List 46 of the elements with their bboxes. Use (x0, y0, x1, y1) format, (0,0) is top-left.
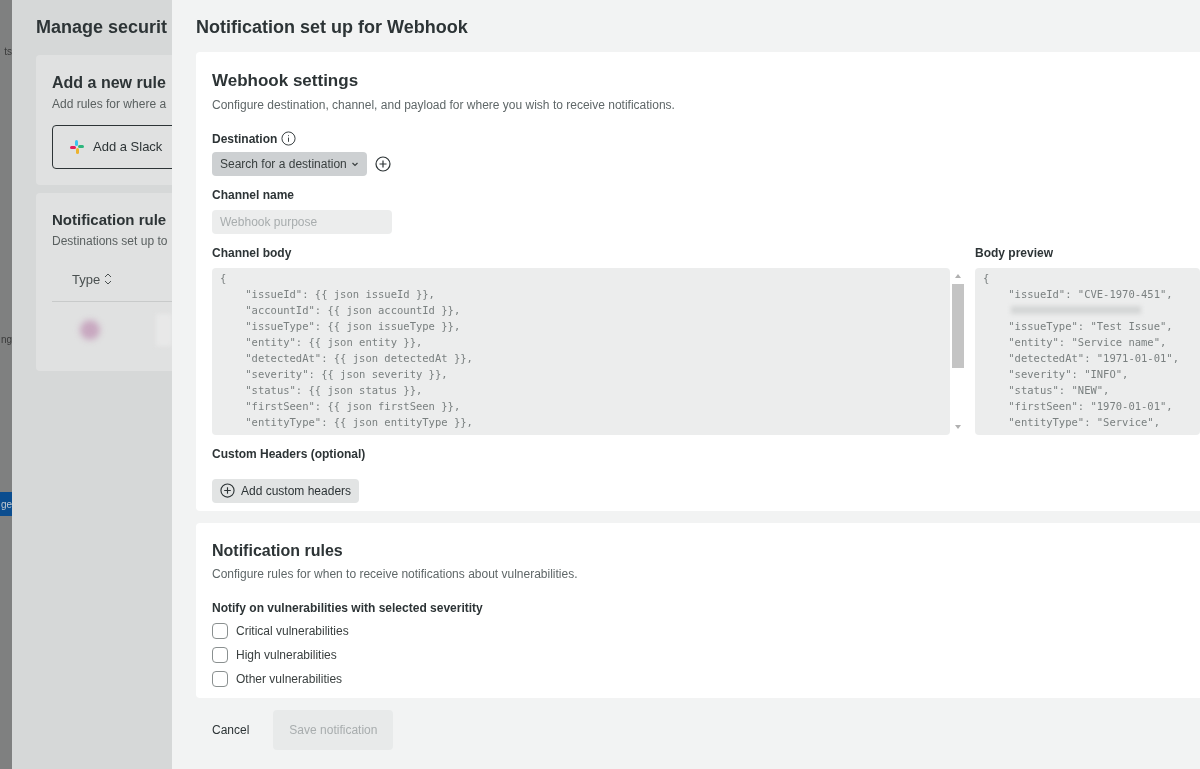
destination-dropdown[interactable]: Search for a destination (212, 151, 367, 176)
checkbox-label: High vulnerabilities (236, 647, 337, 664)
code-line: { (220, 270, 228, 286)
code-line: "detectedAt": "1971-01-01", (1007, 350, 1180, 366)
code-line: "entityType": {{ json entityType }}, (244, 414, 474, 430)
code-line: "entity": {{ json entity }}, (244, 334, 424, 350)
code-line: "issueId": {{ json issueId }}, (244, 286, 436, 302)
code-line: "entityType": "Service", (1007, 414, 1161, 430)
code-line: "issueId": "CVE-1970-451", (1007, 286, 1174, 302)
code-line: "issueType": {{ json issueType }}, (244, 318, 462, 334)
section-description: Configure rules for when to receive notifications about vulnerabilities. (212, 566, 579, 583)
field-label: Body preview (975, 244, 1055, 262)
code-line: "firstSeen": {{ json firstSeen }}, (244, 398, 462, 414)
field-label: Channel name (212, 186, 296, 204)
group-label: Notify on vulnerabilities with selected severitity (212, 600, 484, 617)
column-header[interactable]: Type (72, 269, 113, 289)
code-line: "detectedAt": {{ json detectedAt }}, (244, 350, 474, 366)
drawer-title: Notification set up for Webhook (196, 16, 469, 38)
code-line: "severity": "INFO", (1007, 366, 1130, 382)
code-line: "status": "NEW", (1007, 382, 1111, 398)
code-line: "severity": {{ json severity }}, (244, 366, 449, 382)
cut-text: ts (4, 45, 12, 59)
card-description: Add rules for where a (52, 96, 168, 113)
code-line: "accountId": {{ json accountId }}, (244, 302, 462, 318)
cut-text: ng (0, 333, 12, 347)
page-title: Manage securit (36, 16, 169, 39)
field-label: Destination (212, 130, 278, 148)
channel-name-field[interactable]: Webhook purpose (212, 209, 392, 234)
code-line: "firstSeen": "1970-01-01", (1007, 398, 1174, 414)
checkbox-label: Critical vulnerabilities (236, 623, 349, 640)
section-description: Configure destination, channel, and payload for where you wish to receive notifications. (212, 96, 676, 114)
card-title: Add a new rule (52, 73, 167, 93)
code-line: "status": {{ json status }}, (244, 382, 424, 398)
card-title: Notification rule (52, 210, 168, 230)
field-label: Custom Headers (optional) (212, 445, 367, 463)
code-line: "entity": "Service name", (1007, 334, 1168, 350)
page-button[interactable]: ge (0, 492, 12, 516)
card-description: Destinations set up to (52, 232, 169, 250)
checkbox-label: Other vulnerabilities (236, 671, 343, 688)
code-line: { (983, 270, 991, 286)
section-title: Webhook settings (212, 70, 360, 92)
section-title: Notification rules (212, 541, 344, 561)
field-label: Channel body (212, 244, 293, 262)
add-custom-headers-button[interactable]: Add custom headers (212, 478, 360, 503)
code-line: "issueType": "Test Issue", (1007, 318, 1174, 334)
cancel-button[interactable]: Cancel (212, 721, 250, 739)
